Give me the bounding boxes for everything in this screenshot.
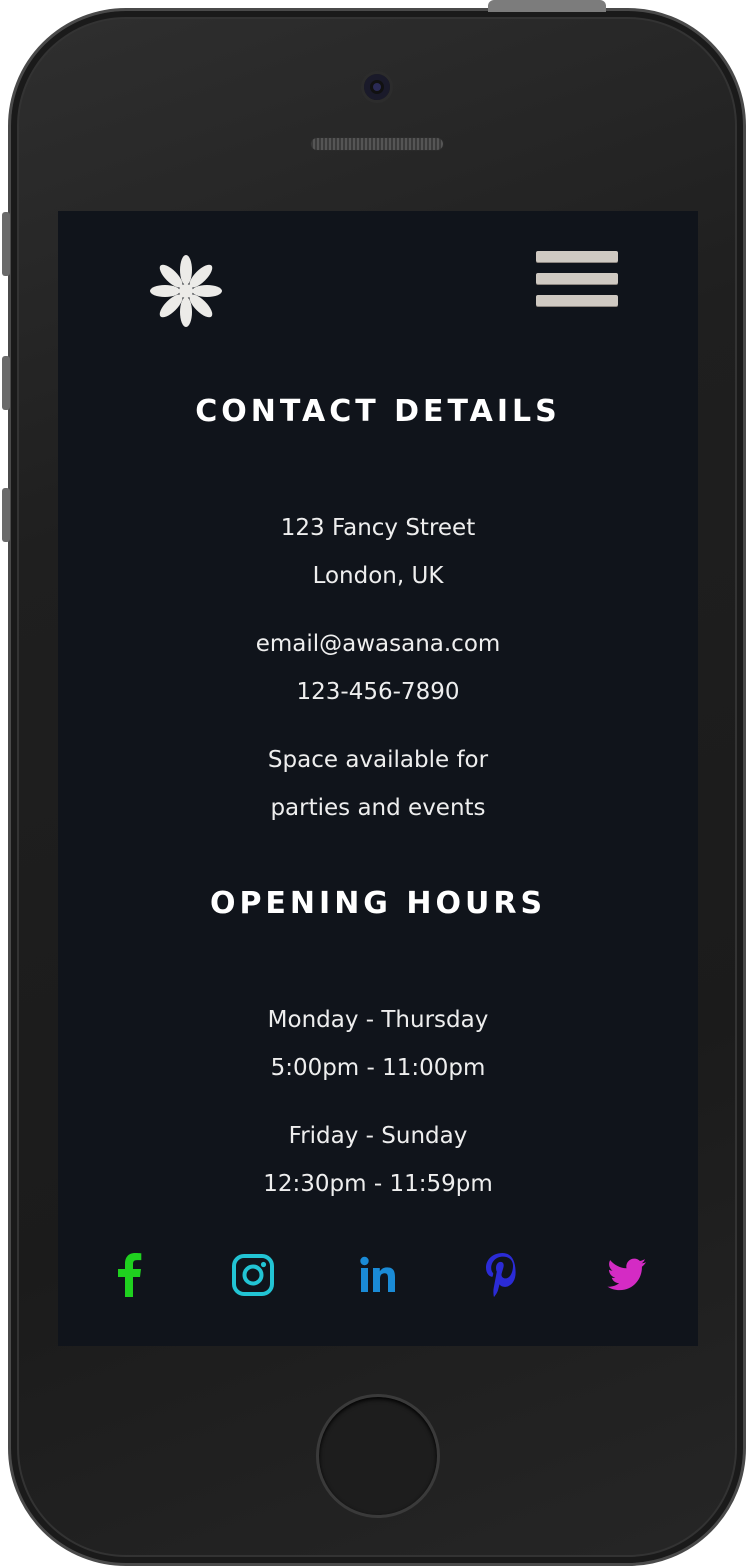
hours-days-2: Friday - Sunday [288, 1123, 468, 1149]
hours-times-2: 12:30pm - 11:59pm [263, 1171, 493, 1197]
menu-bar [536, 273, 618, 284]
hours-days-1: Monday - Thursday [267, 1007, 489, 1033]
asterisk-flower-icon[interactable] [150, 255, 222, 327]
pinterest-icon[interactable] [478, 1251, 526, 1299]
power-button [488, 0, 606, 12]
hours-heading: OPENING HOURS [209, 886, 547, 921]
note-line-1: Space available for [267, 747, 489, 773]
volume-down-button [2, 488, 10, 542]
facebook-icon[interactable] [105, 1251, 153, 1299]
mute-switch [2, 212, 10, 276]
note-line-2: parties and events [270, 795, 486, 821]
instagram-icon[interactable] [229, 1251, 277, 1299]
contact-heading: CONTACT DETAILS [195, 394, 561, 429]
home-button[interactable] [316, 1394, 440, 1518]
volume-up-button [2, 356, 10, 410]
hamburger-menu-icon[interactable] [536, 251, 618, 313]
menu-bar [536, 251, 618, 262]
twitter-icon[interactable] [603, 1251, 651, 1299]
address-line-2: London, UK [312, 563, 444, 589]
linkedin-icon[interactable] [354, 1251, 402, 1299]
hours-times-1: 5:00pm - 11:00pm [270, 1055, 486, 1081]
email-link[interactable]: email@awasana.com [58, 631, 698, 657]
screen: CONTACT DETAILS 123 Fancy Street London,… [58, 211, 698, 1346]
earpiece-speaker [310, 137, 444, 151]
phone-link[interactable]: 123-456-7890 [58, 679, 698, 705]
menu-bar [536, 295, 618, 306]
front-camera [361, 71, 393, 103]
address-line-1: 123 Fancy Street [280, 515, 476, 541]
